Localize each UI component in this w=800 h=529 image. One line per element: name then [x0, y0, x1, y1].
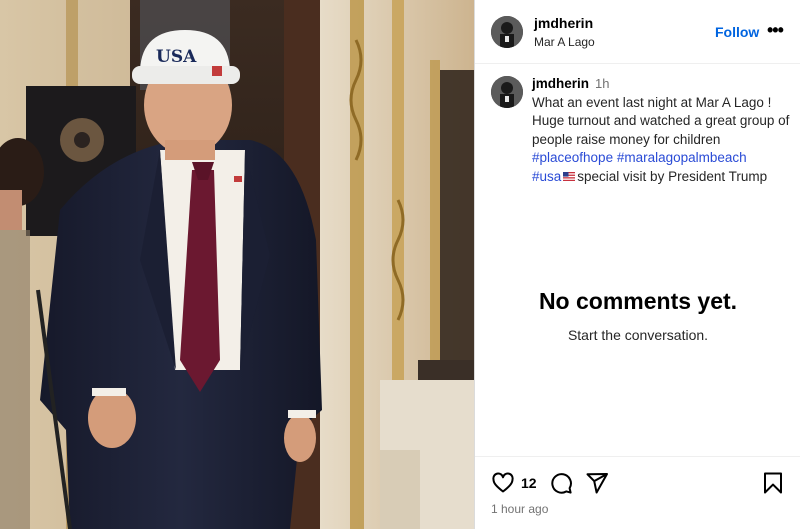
avatar-image	[491, 76, 523, 108]
photo-scene: USA	[0, 0, 474, 529]
post-header: jmdherin Mar A Lago Follow •••	[475, 0, 800, 64]
caption-tail: special visit by President Trump	[577, 168, 768, 184]
post-caption: jmdherin 1h What an event last night at M…	[475, 64, 800, 184]
caption-time[interactable]: 1h	[595, 76, 609, 91]
header-location[interactable]: Mar A Lago	[534, 35, 595, 49]
no-comments-title: No comments yet.	[538, 288, 738, 314]
caption-username[interactable]: jmdherin	[532, 76, 589, 91]
hashtag-link[interactable]: #usa	[532, 169, 561, 184]
header-username[interactable]: jmdherin	[534, 15, 593, 31]
post-actions: 12 1 hour ago	[475, 456, 800, 529]
like-count[interactable]: 12	[521, 475, 537, 491]
follow-button[interactable]: Follow	[715, 24, 759, 40]
instagram-post: USA jmdherin Mar A Lago Follow ••• jmdhe…	[0, 0, 800, 529]
avatar-image	[491, 16, 523, 48]
hat-lettering: USA	[156, 47, 197, 67]
heart-icon[interactable]	[491, 471, 515, 495]
us-flag-icon	[563, 171, 576, 181]
more-options-icon[interactable]: •••	[767, 20, 784, 41]
user-avatar[interactable]	[491, 16, 523, 48]
share-icon[interactable]	[585, 471, 609, 495]
caption-body: What an event last night at Mar A Lago !…	[532, 94, 790, 147]
caption-avatar[interactable]	[491, 76, 523, 108]
posted-time[interactable]: 1 hour ago	[491, 502, 548, 516]
post-photo[interactable]: USA	[0, 0, 474, 529]
post-side-panel: jmdherin Mar A Lago Follow ••• jmdherin 1…	[474, 0, 800, 529]
hashtag-link[interactable]: #placeofhope	[532, 150, 613, 165]
caption-text: jmdherin 1h What an event last night at M…	[532, 75, 794, 186]
hashtag-link[interactable]: #maralagopalmbeach	[617, 150, 747, 165]
bookmark-icon[interactable]	[761, 471, 785, 495]
no-comments-subtitle: Start the conversation.	[567, 327, 709, 343]
comment-icon[interactable]	[549, 471, 573, 495]
